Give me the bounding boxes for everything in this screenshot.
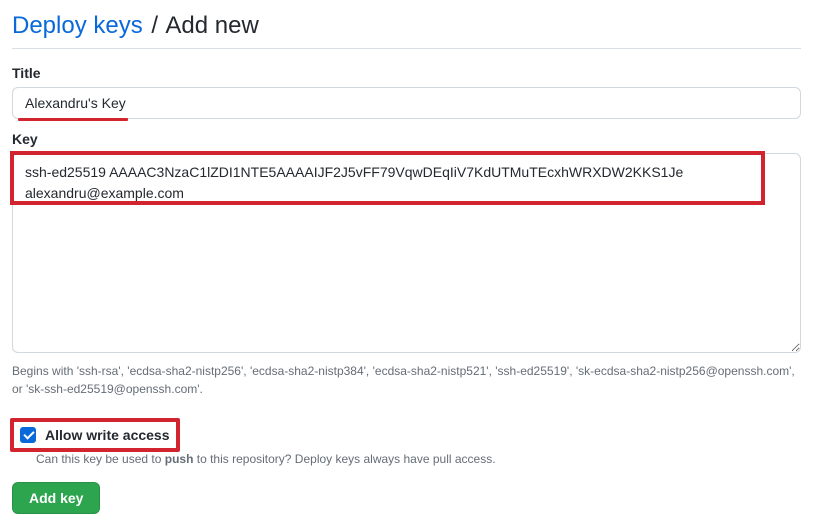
allow-write-access-checkbox[interactable]: [20, 427, 36, 443]
key-hint-text: Begins with 'ssh-rsa', 'ecdsa-sha2-nistp…: [12, 362, 801, 398]
breadcrumb-deploy-keys[interactable]: Deploy keys: [12, 12, 143, 39]
add-key-button[interactable]: Add key: [12, 482, 100, 514]
annotation-red-underline: [18, 118, 128, 121]
allow-write-access-row[interactable]: Allow write access: [12, 420, 178, 450]
breadcrumb-separator: /: [151, 12, 158, 39]
key-textarea[interactable]: ssh-ed25519 AAAAC3NzaC1lZDI1NTE5AAAAIJF2…: [12, 153, 801, 353]
breadcrumb-current: Add new: [165, 12, 258, 39]
title-input[interactable]: [12, 87, 801, 119]
page-header: Deploy keys / Add new: [12, 12, 801, 49]
key-label: Key: [12, 131, 801, 147]
title-label: Title: [12, 65, 801, 81]
allow-write-access-label: Allow write access: [45, 427, 170, 443]
write-access-hint: Can this key be used to push to this rep…: [36, 452, 801, 466]
